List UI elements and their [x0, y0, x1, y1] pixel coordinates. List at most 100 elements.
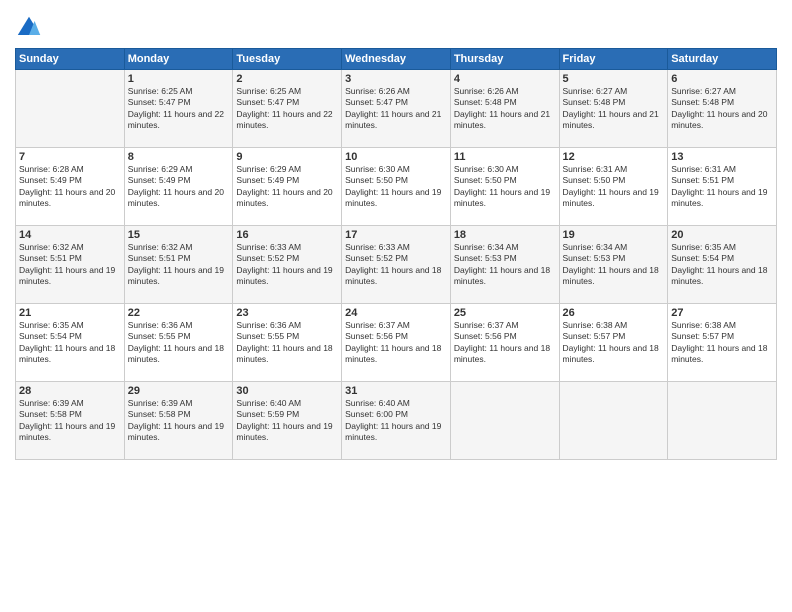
calendar-cell: 16Sunrise: 6:33 AMSunset: 5:52 PMDayligh…: [233, 226, 342, 304]
week-row-2: 14 Sunrise: 6:32 AMSunset: 5:51 PMDayligh…: [16, 226, 777, 304]
logo: [15, 14, 45, 42]
calendar-cell: 19Sunrise: 6:34 AMSunset: 5:53 PMDayligh…: [559, 226, 668, 304]
cell-info: Sunrise: 6:36 AMSunset: 5:55 PMDaylight:…: [236, 320, 338, 366]
calendar-cell: 2Sunrise: 6:25 AMSunset: 5:47 PMDaylight…: [233, 70, 342, 148]
day-number: 27: [671, 307, 773, 319]
day-number: 21: [19, 307, 121, 319]
header: [15, 10, 777, 42]
cell-info: Sunrise: 6:34 AMSunset: 5:53 PMDaylight:…: [454, 242, 556, 288]
calendar-cell: 1Sunrise: 6:25 AMSunset: 5:47 PMDaylight…: [124, 70, 233, 148]
calendar-cell: 25Sunrise: 6:37 AMSunset: 5:56 PMDayligh…: [450, 304, 559, 382]
cell-info: Sunrise: 6:33 AMSunset: 5:52 PMDaylight:…: [345, 242, 447, 288]
day-number: 22: [128, 307, 230, 319]
cell-info: Sunrise: 6:27 AMSunset: 5:48 PMDaylight:…: [671, 86, 773, 132]
calendar-cell: 6Sunrise: 6:27 AMSunset: 5:48 PMDaylight…: [668, 70, 777, 148]
calendar-cell: 3Sunrise: 6:26 AMSunset: 5:47 PMDaylight…: [342, 70, 451, 148]
cell-info: Sunrise: 6:40 AMSunset: 5:59 PMDaylight:…: [236, 398, 338, 444]
day-number: 19: [563, 229, 665, 241]
cell-info: Sunrise: 6:40 AMSunset: 6:00 PMDaylight:…: [345, 398, 447, 444]
calendar-body: 1Sunrise: 6:25 AMSunset: 5:47 PMDaylight…: [16, 70, 777, 460]
day-number: 10: [345, 151, 447, 163]
cell-info: Sunrise: 6:30 AMSunset: 5:50 PMDaylight:…: [345, 164, 447, 210]
calendar-cell: 27Sunrise: 6:38 AMSunset: 5:57 PMDayligh…: [668, 304, 777, 382]
header-cell-tuesday: Tuesday: [233, 49, 342, 70]
day-number: 7: [19, 151, 121, 163]
cell-info: Sunrise: 6:38 AMSunset: 5:57 PMDaylight:…: [563, 320, 665, 366]
cell-info: Sunrise: 6:33 AMSunset: 5:52 PMDaylight:…: [236, 242, 338, 288]
day-number: 25: [454, 307, 556, 319]
calendar-table: SundayMondayTuesdayWednesdayThursdayFrid…: [15, 48, 777, 460]
cell-info: Sunrise: 6:30 AMSunset: 5:50 PMDaylight:…: [454, 164, 556, 210]
calendar-cell: 26Sunrise: 6:38 AMSunset: 5:57 PMDayligh…: [559, 304, 668, 382]
day-number: 26: [563, 307, 665, 319]
calendar-cell: [16, 70, 125, 148]
calendar-cell: 8Sunrise: 6:29 AMSunset: 5:49 PMDaylight…: [124, 148, 233, 226]
day-number: 30: [236, 385, 338, 397]
header-row: SundayMondayTuesdayWednesdayThursdayFrid…: [16, 49, 777, 70]
cell-info: Sunrise: 6:39 AMSunset: 5:58 PMDaylight:…: [19, 398, 121, 444]
calendar-cell: 14Sunrise: 6:32 AMSunset: 5:51 PMDayligh…: [16, 226, 125, 304]
calendar-cell: 13Sunrise: 6:31 AMSunset: 5:51 PMDayligh…: [668, 148, 777, 226]
calendar-cell: 22Sunrise: 6:36 AMSunset: 5:55 PMDayligh…: [124, 304, 233, 382]
calendar-cell: 10Sunrise: 6:30 AMSunset: 5:50 PMDayligh…: [342, 148, 451, 226]
week-row-0: 1Sunrise: 6:25 AMSunset: 5:47 PMDaylight…: [16, 70, 777, 148]
calendar-cell: 30Sunrise: 6:40 AMSunset: 5:59 PMDayligh…: [233, 382, 342, 460]
cell-info: Sunrise: 6:34 AMSunset: 5:53 PMDaylight:…: [563, 242, 665, 288]
calendar-cell: 17Sunrise: 6:33 AMSunset: 5:52 PMDayligh…: [342, 226, 451, 304]
cell-info: Sunrise: 6:26 AMSunset: 5:48 PMDaylight:…: [454, 86, 556, 132]
day-number: 11: [454, 151, 556, 163]
calendar-cell: [450, 382, 559, 460]
day-number: 31: [345, 385, 447, 397]
day-number: 4: [454, 73, 556, 85]
calendar-cell: [559, 382, 668, 460]
cell-info: Sunrise: 6:28 AMSunset: 5:49 PMDaylight:…: [19, 164, 121, 210]
calendar-cell: 24Sunrise: 6:37 AMSunset: 5:56 PMDayligh…: [342, 304, 451, 382]
header-cell-thursday: Thursday: [450, 49, 559, 70]
day-number: 12: [563, 151, 665, 163]
day-number: 14: [19, 229, 121, 241]
day-number: 18: [454, 229, 556, 241]
calendar-cell: 5Sunrise: 6:27 AMSunset: 5:48 PMDaylight…: [559, 70, 668, 148]
cell-info: Sunrise: 6:27 AMSunset: 5:48 PMDaylight:…: [563, 86, 665, 132]
day-number: 8: [128, 151, 230, 163]
cell-info: Sunrise: 6:31 AMSunset: 5:51 PMDaylight:…: [671, 164, 773, 210]
calendar-cell: 20Sunrise: 6:35 AMSunset: 5:54 PMDayligh…: [668, 226, 777, 304]
calendar-cell: 9Sunrise: 6:29 AMSunset: 5:49 PMDaylight…: [233, 148, 342, 226]
calendar-cell: 18Sunrise: 6:34 AMSunset: 5:53 PMDayligh…: [450, 226, 559, 304]
cell-info: Sunrise: 6:29 AMSunset: 5:49 PMDaylight:…: [128, 164, 230, 210]
calendar-cell: 12Sunrise: 6:31 AMSunset: 5:50 PMDayligh…: [559, 148, 668, 226]
day-number: 6: [671, 73, 773, 85]
calendar-cell: [668, 382, 777, 460]
day-number: 3: [345, 73, 447, 85]
calendar-cell: 11Sunrise: 6:30 AMSunset: 5:50 PMDayligh…: [450, 148, 559, 226]
week-row-4: 28Sunrise: 6:39 AMSunset: 5:58 PMDayligh…: [16, 382, 777, 460]
calendar-cell: 15Sunrise: 6:32 AMSunset: 5:51 PMDayligh…: [124, 226, 233, 304]
day-number: 15: [128, 229, 230, 241]
calendar-cell: 31Sunrise: 6:40 AMSunset: 6:00 PMDayligh…: [342, 382, 451, 460]
day-number: 28: [19, 385, 121, 397]
day-number: 24: [345, 307, 447, 319]
calendar-cell: 29Sunrise: 6:39 AMSunset: 5:58 PMDayligh…: [124, 382, 233, 460]
day-number: 5: [563, 73, 665, 85]
cell-info: Sunrise: 6:35 AMSunset: 5:54 PMDaylight:…: [19, 320, 121, 366]
header-cell-friday: Friday: [559, 49, 668, 70]
week-row-3: 21Sunrise: 6:35 AMSunset: 5:54 PMDayligh…: [16, 304, 777, 382]
page: SundayMondayTuesdayWednesdayThursdayFrid…: [0, 0, 792, 612]
day-number: 23: [236, 307, 338, 319]
day-number: 29: [128, 385, 230, 397]
calendar-cell: 4Sunrise: 6:26 AMSunset: 5:48 PMDaylight…: [450, 70, 559, 148]
day-number: 1: [128, 73, 230, 85]
cell-info: Sunrise: 6:32 AMSunset: 5:51 PMDaylight:…: [128, 242, 230, 288]
day-number: 17: [345, 229, 447, 241]
cell-info: Sunrise: 6:31 AMSunset: 5:50 PMDaylight:…: [563, 164, 665, 210]
cell-info: Sunrise: 6:36 AMSunset: 5:55 PMDaylight:…: [128, 320, 230, 366]
cell-info: Sunrise: 6:29 AMSunset: 5:49 PMDaylight:…: [236, 164, 338, 210]
cell-info: Sunrise: 6:37 AMSunset: 5:56 PMDaylight:…: [454, 320, 556, 366]
day-number: 16: [236, 229, 338, 241]
header-cell-wednesday: Wednesday: [342, 49, 451, 70]
logo-icon: [15, 14, 43, 42]
day-number: 9: [236, 151, 338, 163]
calendar-cell: 23Sunrise: 6:36 AMSunset: 5:55 PMDayligh…: [233, 304, 342, 382]
calendar-cell: 21Sunrise: 6:35 AMSunset: 5:54 PMDayligh…: [16, 304, 125, 382]
day-number: 20: [671, 229, 773, 241]
